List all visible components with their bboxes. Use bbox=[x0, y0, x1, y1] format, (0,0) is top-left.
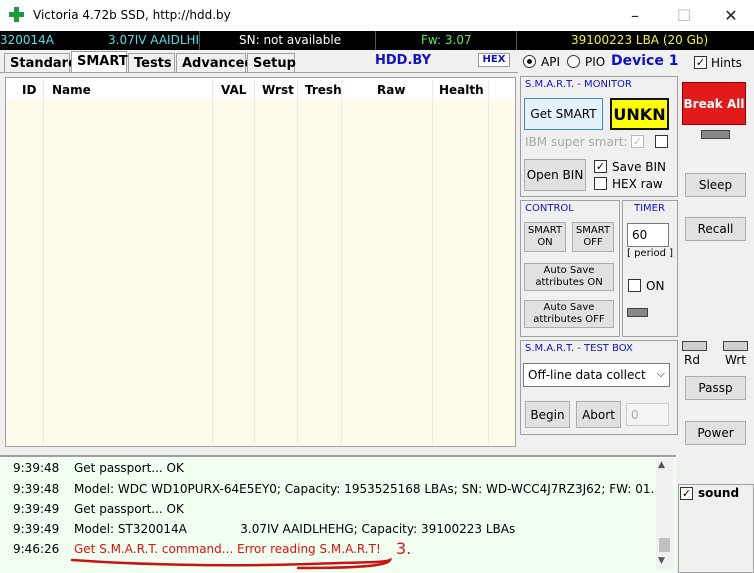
log-row-error: 9:46:26 Get S.M.A.R.T. command... Error r… bbox=[13, 542, 381, 556]
log-row: 9:39:48 Get passport... OK bbox=[13, 461, 184, 475]
hex-button[interactable]: HEX bbox=[478, 53, 510, 67]
wrt-label: Wrt bbox=[725, 353, 746, 367]
test-type-value: Off-line data collect bbox=[528, 368, 646, 382]
col-id[interactable]: ID bbox=[22, 83, 36, 97]
col-health[interactable]: Health bbox=[439, 83, 484, 97]
save-bin-label: Save BIN bbox=[612, 160, 667, 174]
minimize-button[interactable]: – bbox=[612, 0, 658, 30]
log-row: 9:39:48 Model: WDC WD10PURX-64E5EY0; Capa… bbox=[13, 482, 653, 496]
ibm-super-smart-label: IBM super smart: bbox=[525, 135, 628, 149]
tab-tests[interactable]: Tests bbox=[128, 53, 175, 72]
tab-standard[interactable]: Standard bbox=[4, 53, 77, 72]
hints-label: Hints bbox=[711, 56, 742, 70]
test-box-title: S.M.A.R.T. - TEST BOX bbox=[525, 343, 633, 354]
timer-on-label: ON bbox=[646, 279, 665, 293]
log-text: Model: WDC WD10PURX-64E5EY0; Capacity: 1… bbox=[74, 482, 653, 496]
save-bin-checkbox[interactable]: ✓ bbox=[594, 160, 607, 173]
app-cross-icon bbox=[9, 7, 24, 22]
ibm-extra-checkbox[interactable] bbox=[655, 135, 668, 148]
power-button[interactable]: Power bbox=[685, 421, 746, 445]
timer-indicator bbox=[627, 308, 648, 317]
timer-period-input[interactable]: 60 bbox=[627, 223, 669, 247]
abort-button[interactable]: Abort bbox=[576, 401, 621, 428]
close-button[interactable]: ✕ bbox=[708, 0, 754, 30]
rd-indicator bbox=[682, 341, 707, 351]
timer-on-checkbox[interactable] bbox=[628, 279, 641, 292]
col-name[interactable]: Name bbox=[52, 83, 91, 97]
col-wrst[interactable]: Wrst bbox=[262, 83, 294, 97]
smart-monitor-title: S.M.A.R.T. - MONITOR bbox=[525, 79, 632, 90]
ibm-super-smart-checkbox[interactable]: ✓ bbox=[631, 135, 644, 148]
pio-label: PIO bbox=[585, 55, 606, 69]
hints-checkbox[interactable]: ✓ bbox=[694, 56, 707, 69]
sleep-button[interactable]: Sleep bbox=[685, 173, 746, 197]
begin-button[interactable]: Begin bbox=[525, 401, 570, 428]
log-row: 9:39:49 Get passport... OK bbox=[13, 502, 184, 516]
tab-advanced[interactable]: Advanced bbox=[176, 53, 254, 72]
lba-size: 39100223 LBA (20 Gb) bbox=[571, 33, 709, 47]
timer-title: TIMER bbox=[634, 203, 665, 214]
handwritten-underline bbox=[70, 557, 393, 570]
hex-raw-checkbox[interactable] bbox=[594, 177, 607, 190]
rd-label: Rd bbox=[684, 353, 700, 367]
scroll-up-icon[interactable]: ▲ bbox=[658, 460, 665, 470]
hdd-by-link[interactable]: HDD.BY bbox=[375, 53, 431, 68]
api-label: API bbox=[541, 55, 560, 69]
log-text: Get passport... OK bbox=[74, 461, 184, 475]
log-scrollbar[interactable]: ▲ ▼ bbox=[656, 458, 673, 570]
hex-raw-label: HEX raw bbox=[612, 177, 663, 191]
open-bin-button[interactable]: Open BIN bbox=[524, 159, 586, 191]
drive-info-strip: 320014A 3.07IV AAIDLHE SN: not available… bbox=[0, 31, 754, 50]
passp-button[interactable]: Passp bbox=[685, 376, 746, 400]
col-val[interactable]: VAL bbox=[221, 83, 246, 97]
log-error-text: Get S.M.A.R.T. command... Error reading … bbox=[74, 542, 381, 556]
timer-period-label: [ period ] bbox=[627, 248, 674, 259]
sound-label: sound bbox=[698, 486, 740, 500]
log-time: 9:39:49 bbox=[13, 522, 60, 536]
col-raw[interactable]: Raw bbox=[377, 83, 405, 97]
serial-number: SN: not available bbox=[239, 33, 342, 47]
log-time: 9:46:26 bbox=[13, 542, 60, 556]
log-text: Model: ST320014A 3.07IV AAIDLHEHG; Capac… bbox=[74, 522, 516, 536]
control-title: CONTROL bbox=[525, 203, 574, 214]
tab-setup[interactable]: Setup bbox=[247, 53, 296, 72]
firmware-version: Fw: 3.07 bbox=[421, 33, 472, 47]
autosave-off-button[interactable]: Auto Save attributes OFF bbox=[524, 300, 614, 328]
test-type-select[interactable]: Off-line data collect ⌵ bbox=[523, 363, 670, 387]
smart-table[interactable] bbox=[5, 77, 516, 447]
log-time: 9:39:48 bbox=[13, 482, 60, 496]
smart-on-button[interactable]: SMART ON bbox=[524, 222, 566, 252]
chevron-down-icon: ⌵ bbox=[656, 367, 665, 380]
break-all-button[interactable]: Break All bbox=[682, 82, 746, 125]
log-row: 9:39:49 Model: ST320014A 3.07IV AAIDLHEHG… bbox=[13, 522, 515, 536]
scroll-down-icon[interactable]: ▼ bbox=[658, 556, 665, 566]
log-text: Get passport... OK bbox=[74, 502, 184, 516]
log-time: 9:39:48 bbox=[13, 461, 60, 475]
drive-model: 320014A bbox=[0, 33, 55, 47]
window-title: Victoria 4.72b SSD, http://hdd.by bbox=[33, 8, 231, 22]
autosave-on-button[interactable]: Auto Save attributes ON bbox=[524, 263, 614, 291]
recall-button[interactable]: Recall bbox=[685, 217, 746, 241]
wrt-indicator bbox=[723, 341, 748, 351]
get-smart-button[interactable]: Get SMART bbox=[524, 98, 603, 130]
smart-status-indicator: UNKN bbox=[610, 98, 669, 130]
tab-smart[interactable]: SMART bbox=[71, 51, 128, 72]
maximize-button[interactable]: ☐ bbox=[661, 0, 707, 30]
log-time: 9:39:49 bbox=[13, 502, 60, 516]
col-tresh[interactable]: Tresh bbox=[305, 83, 342, 97]
api-radio[interactable] bbox=[523, 55, 536, 68]
drive-firmware-model: 3.07IV AAIDLHE bbox=[108, 33, 198, 47]
annotation-number: 3. bbox=[396, 539, 412, 558]
device-selector[interactable]: Device 1 bbox=[611, 53, 678, 69]
break-indicator bbox=[701, 130, 730, 139]
test-lba-input[interactable]: 0 bbox=[626, 403, 669, 426]
smart-off-button[interactable]: SMART OFF bbox=[572, 222, 614, 252]
pio-radio[interactable] bbox=[567, 55, 580, 68]
sound-checkbox[interactable]: ✓ bbox=[680, 487, 693, 500]
scroll-thumb[interactable] bbox=[659, 538, 670, 552]
